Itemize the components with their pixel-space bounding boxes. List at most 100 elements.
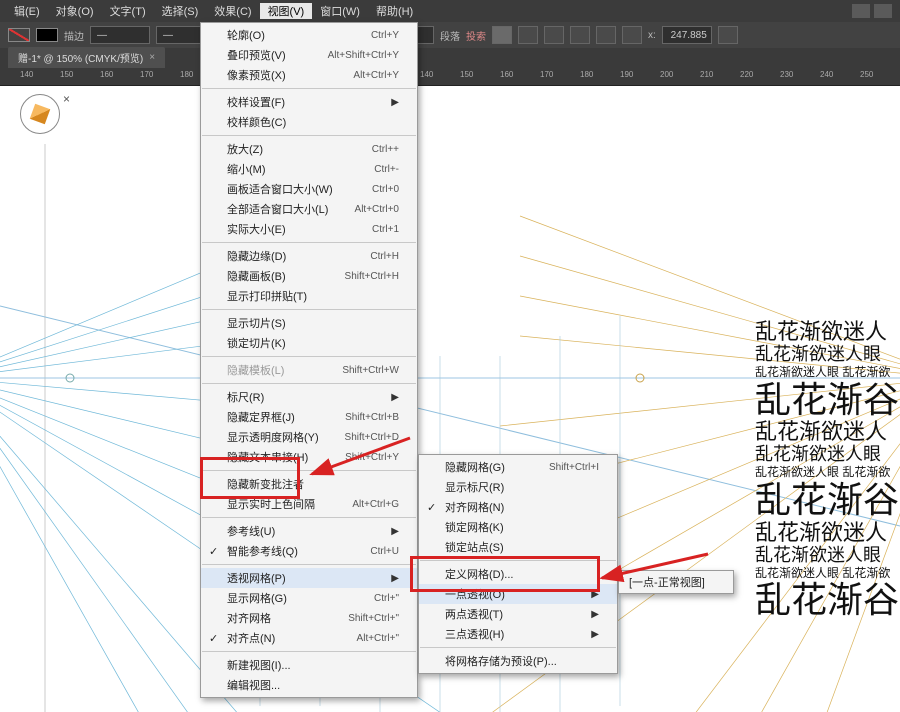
- menu-item[interactable]: 全部适合窗口大小(L) Alt+Ctrl+0: [201, 199, 417, 219]
- menu-item[interactable]: 显示实时上色间隔Alt+Ctrl+G: [201, 494, 417, 514]
- menu-item-label: 隐藏画板(B): [227, 268, 286, 284]
- fill-swatch-none[interactable]: [8, 28, 30, 42]
- ruler-tick: 230: [780, 70, 793, 79]
- menu-item[interactable]: 定义网格(D)...: [419, 564, 617, 584]
- close-icon[interactable]: ×: [149, 52, 155, 63]
- menu-item[interactable]: 缩小(M)Ctrl+-: [201, 159, 417, 179]
- widget-close-icon[interactable]: ×: [63, 92, 70, 106]
- menu-type[interactable]: 文字(T): [102, 3, 154, 19]
- menu-item-label: 新建视图(I)...: [227, 657, 291, 673]
- menu-help[interactable]: 帮助(H): [368, 3, 421, 19]
- stroke-label: 描边: [64, 28, 84, 43]
- menu-item[interactable]: 显示标尺(R): [419, 477, 617, 497]
- sample-text-line: 乱花渐谷: [755, 381, 900, 419]
- menu-item[interactable]: 轮廓(O)Ctrl+Y: [201, 25, 417, 45]
- menu-item[interactable]: 对齐网格Shift+Ctrl+": [201, 608, 417, 628]
- menu-item[interactable]: 两点透视(T)▶: [419, 604, 617, 624]
- one-point-submenu: [一点-正常视图]: [618, 570, 734, 594]
- menu-item-label: 显示透明度网格(Y): [227, 429, 319, 445]
- stroke-swatch[interactable]: [36, 28, 58, 42]
- transform-icon[interactable]: [570, 26, 590, 44]
- x-value-field[interactable]: 247.885: [662, 26, 712, 44]
- menu-item[interactable]: ✓对齐点(N)Alt+Ctrl+": [201, 628, 417, 648]
- menu-item[interactable]: 实际大小(E)Ctrl+1: [201, 219, 417, 239]
- menu-item[interactable]: 隐藏画板(B)Shift+Ctrl+H: [201, 266, 417, 286]
- link-icon[interactable]: [596, 26, 616, 44]
- menu-item-label: 轮廓(O): [227, 27, 265, 43]
- menu-item[interactable]: 隐藏定界框(J)Shift+Ctrl+B: [201, 407, 417, 427]
- shortcut-label: Ctrl++: [372, 144, 399, 155]
- menu-effect[interactable]: 效果(C): [206, 3, 259, 19]
- menu-edit[interactable]: 辑(E): [6, 3, 48, 19]
- align-right-icon[interactable]: [544, 26, 564, 44]
- menu-item[interactable]: 隐藏文本串接(H)Shift+Ctrl+Y: [201, 447, 417, 467]
- ruler-tick: 250: [860, 70, 873, 79]
- more-icon[interactable]: [718, 26, 738, 44]
- submenu-arrow-icon: ▶: [391, 573, 399, 584]
- menu-item[interactable]: 参考线(U)▶: [201, 521, 417, 541]
- menu-item-label: 两点透视(T): [445, 606, 503, 622]
- align-left-icon[interactable]: [492, 26, 512, 44]
- menu-item[interactable]: ✓智能参考线(Q)Ctrl+U: [201, 541, 417, 561]
- sample-text-line: 乱花渐欲迷人眼: [755, 546, 900, 565]
- sample-text-line: 乱花渐谷: [755, 581, 900, 619]
- workspace-icon[interactable]: [852, 4, 870, 18]
- menu-item-label: 对齐网格: [227, 610, 271, 626]
- menu-object[interactable]: 对象(O): [48, 3, 102, 19]
- menu-item[interactable]: 放大(Z)Ctrl++: [201, 139, 417, 159]
- menu-item[interactable]: 显示打印拼贴(T): [201, 286, 417, 306]
- menu-item[interactable]: 锁定切片(K): [201, 333, 417, 353]
- menu-item[interactable]: 显示切片(S): [201, 313, 417, 333]
- sample-text-line: 乱花渐欲迷人: [755, 521, 900, 544]
- menu-item-label: 全部适合窗口大小(L): [227, 201, 328, 217]
- menu-item-label: 画板适合窗口大小(W): [227, 181, 333, 197]
- ruler-tick: 140: [420, 70, 433, 79]
- submenu-arrow-icon: ▶: [391, 392, 399, 403]
- stroke-weight[interactable]: —: [90, 26, 150, 44]
- ruler-tick: 170: [540, 70, 553, 79]
- menu-item[interactable]: 锁定网格(K): [419, 517, 617, 537]
- menu-item[interactable]: 显示网格(G)Ctrl+": [201, 588, 417, 608]
- arrange-btn-icon[interactable]: [622, 26, 642, 44]
- menu-item[interactable]: 编辑视图...: [201, 675, 417, 695]
- menu-window[interactable]: 窗口(W): [312, 3, 368, 19]
- menu-item[interactable]: 校样设置(F)▶: [201, 92, 417, 112]
- submenu-arrow-icon: ▶: [391, 97, 399, 108]
- menu-item[interactable]: 新建视图(I)...: [201, 655, 417, 675]
- perspective-plane-widget[interactable]: ×: [20, 94, 68, 142]
- menu-item[interactable]: 标尺(R)▶: [201, 387, 417, 407]
- menu-item[interactable]: 隐藏边缘(D)Ctrl+H: [201, 246, 417, 266]
- menu-item[interactable]: 隐藏网格(G)Shift+Ctrl+I: [419, 457, 617, 477]
- menu-item-label: 缩小(M): [227, 161, 266, 177]
- menu-item[interactable]: 像素预览(X)Alt+Ctrl+Y: [201, 65, 417, 85]
- ruler-tick: 160: [500, 70, 513, 79]
- menu-item[interactable]: 校样颜色(C): [201, 112, 417, 132]
- check-icon: ✓: [209, 632, 218, 645]
- menu-item[interactable]: 透视网格(P)▶: [201, 568, 417, 588]
- one-point-normal-item[interactable]: [一点-正常视图]: [619, 573, 733, 591]
- menu-item[interactable]: ✓对齐网格(N): [419, 497, 617, 517]
- menu-item[interactable]: 叠印预览(V)Alt+Shift+Ctrl+Y: [201, 45, 417, 65]
- menu-item[interactable]: 画板适合窗口大小(W) Ctrl+0: [201, 179, 417, 199]
- menu-item-label: 显示实时上色间隔: [227, 496, 315, 512]
- menu-item[interactable]: 将网格存储为预设(P)...: [419, 651, 617, 671]
- menu-item[interactable]: 锁定站点(S): [419, 537, 617, 557]
- shortcut-label: Alt+Ctrl+0: [355, 204, 399, 215]
- menu-view[interactable]: 视图(V): [260, 3, 313, 19]
- menu-select[interactable]: 选择(S): [154, 3, 207, 19]
- menu-item-label: 锁定网格(K): [445, 519, 504, 535]
- shortcut-label: Ctrl+0: [372, 184, 399, 195]
- menu-item[interactable]: 隐藏新变批注者: [201, 474, 417, 494]
- menu-item[interactable]: 一点透视(O)▶: [419, 584, 617, 604]
- sample-text-column: 乱花渐欲迷人乱花渐欲迷人眼乱花渐欲迷人眼 乱花渐欲乱花渐谷乱花渐欲迷人乱花渐欲迷…: [755, 320, 900, 621]
- menu-item[interactable]: 显示透明度网格(Y)Shift+Ctrl+D: [201, 427, 417, 447]
- ruler-tick: 140: [20, 70, 33, 79]
- arrange-icon[interactable]: [874, 4, 892, 18]
- menu-item[interactable]: 三点透视(H)▶: [419, 624, 617, 644]
- align-center-icon[interactable]: [518, 26, 538, 44]
- shortcut-label: Alt+Ctrl+": [357, 633, 399, 644]
- search-label: 投索: [466, 28, 486, 43]
- document-tab[interactable]: 赠-1* @ 150% (CMYK/预览) ×: [8, 47, 165, 68]
- document-tabs: 赠-1* @ 150% (CMYK/预览) ×: [0, 48, 900, 68]
- menu-item-label: 隐藏边缘(D): [227, 248, 286, 264]
